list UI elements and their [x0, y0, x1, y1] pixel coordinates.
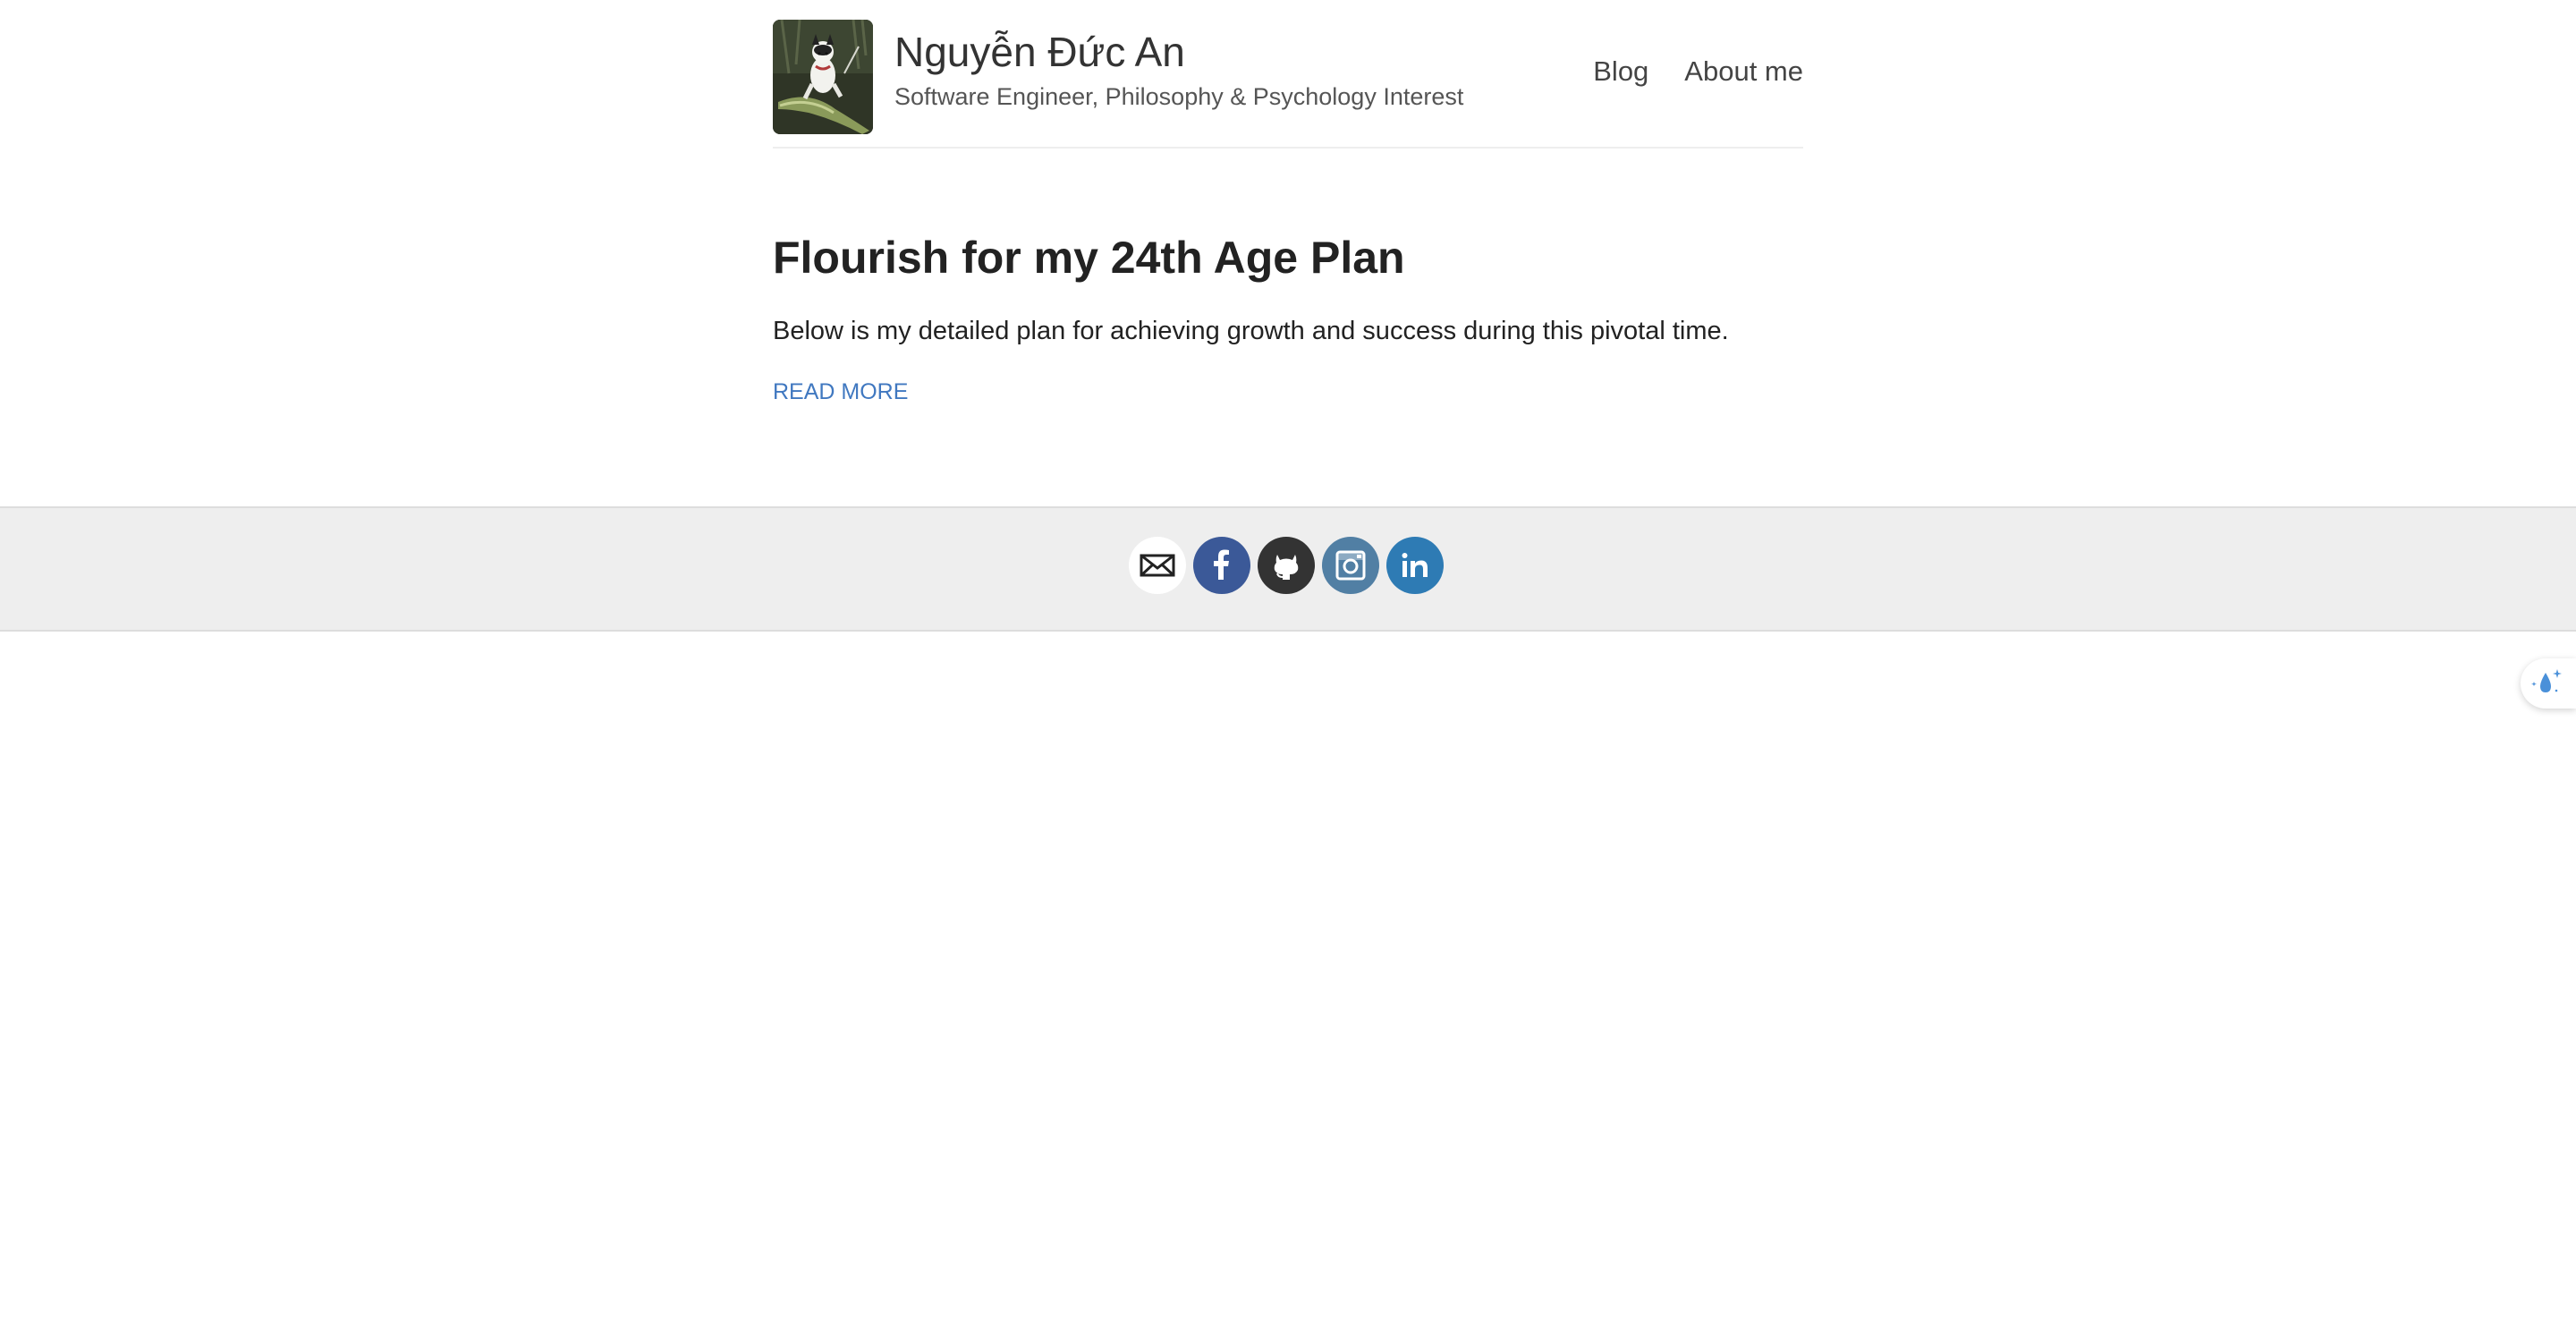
- post-title[interactable]: Flourish for my 24th Age Plan: [773, 229, 1405, 286]
- email-button[interactable]: [1129, 537, 1186, 594]
- floating-theme-widget[interactable]: [2521, 658, 2576, 709]
- instagram-button[interactable]: [1322, 537, 1379, 594]
- avatar[interactable]: [773, 20, 873, 134]
- linkedin-icon: [1402, 553, 1428, 577]
- facebook-icon: [1214, 549, 1229, 580]
- instagram-icon: [1335, 550, 1366, 581]
- main-nav: Blog About me: [1593, 50, 1803, 93]
- site-header: Nguyễn Đức An Software Engineer, Philoso…: [773, 0, 1803, 149]
- site-title[interactable]: Nguyễn Đức An: [894, 25, 1185, 79]
- site-footer: [0, 506, 2576, 632]
- facebook-button[interactable]: [1193, 537, 1250, 594]
- avatar-image: [773, 20, 873, 134]
- social-links: [1129, 537, 1444, 594]
- nav-link-blog[interactable]: Blog: [1593, 50, 1648, 93]
- nav-link-about-me[interactable]: About me: [1684, 50, 1803, 93]
- read-more-link[interactable]: READ MORE: [773, 376, 908, 408]
- github-button[interactable]: [1258, 537, 1315, 594]
- post-excerpt: Below is my detailed plan for achieving …: [773, 317, 1729, 345]
- site-subtitle: Software Engineer, Philosophy & Psycholo…: [894, 83, 1464, 110]
- email-icon: [1140, 554, 1175, 577]
- linkedin-button[interactable]: [1386, 537, 1444, 594]
- water-drop-sparkle-icon: [2531, 669, 2562, 692]
- github-icon: [1274, 555, 1299, 580]
- page: Nguyễn Đức An Software Engineer, Philoso…: [0, 0, 2576, 1324]
